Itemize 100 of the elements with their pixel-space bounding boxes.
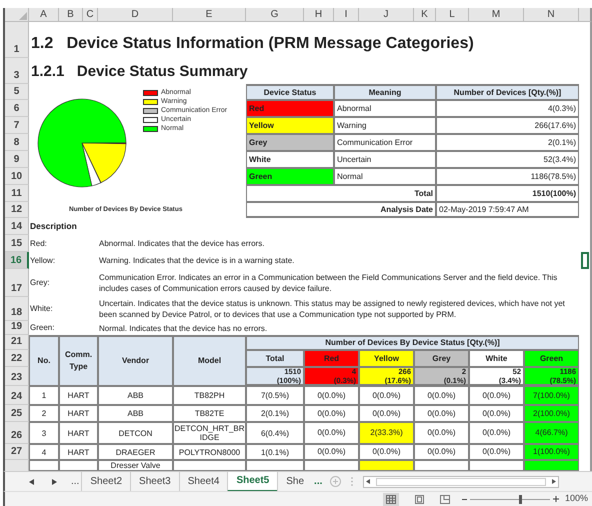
sheet-tab[interactable]: Sheet5 <box>227 472 278 492</box>
status-cell: Green <box>246 168 334 185</box>
table-cell: Abnormal <box>334 100 436 117</box>
row-header[interactable]: 15 <box>5 235 29 252</box>
row-header[interactable]: 3 <box>5 58 29 84</box>
plus-icon[interactable] <box>553 496 559 502</box>
row-header[interactable]: 8 <box>5 134 29 151</box>
row-header[interactable]: 17 <box>5 269 29 297</box>
table-cell: Uncertain <box>334 151 436 168</box>
row-header[interactable]: 16 <box>5 252 29 269</box>
column-header[interactable]: B <box>59 8 83 22</box>
column-header[interactable]: L <box>436 8 469 22</box>
table-cell: HART <box>59 422 98 444</box>
scroll-left-icon[interactable] <box>29 478 34 484</box>
status-header: Total <box>246 350 304 367</box>
horizontal-scrollbar[interactable] <box>363 476 560 488</box>
table-cell: Warning <box>334 117 436 134</box>
table-cell: 2(0.1%) <box>436 134 579 151</box>
table-cell: 6(0.4%) <box>246 422 304 444</box>
page-break-icon[interactable] <box>440 494 450 504</box>
count-cell: 0(0.0%) <box>359 405 414 422</box>
table-cell: HART <box>59 405 98 422</box>
column-header[interactable]: M <box>469 8 524 22</box>
table-cell: 2(0.1%) <box>246 405 304 422</box>
row-header[interactable]: 1 <box>5 22 29 58</box>
count-cell: 0(0.0%) <box>304 422 359 444</box>
column-header[interactable]: H <box>304 8 334 22</box>
count-cell: 0(0.0%) <box>414 386 469 405</box>
row-header[interactable]: 23 <box>5 367 29 386</box>
count-cell: 0(0.0%) <box>469 405 524 422</box>
row-header[interactable]: 27 <box>5 444 29 460</box>
zoom-slider[interactable] <box>470 494 550 504</box>
row-header[interactable]: 10 <box>5 168 29 185</box>
total-value: 1510(100%) <box>436 185 579 202</box>
row-header[interactable]: 22 <box>5 350 29 367</box>
table-header: Number of Devices [Qty.(%)] <box>436 84 579 100</box>
status-cell: Grey <box>246 134 334 151</box>
table-header: Number of Devices By Device Status [Qty.(%)] <box>246 335 579 350</box>
table-cell: Normal <box>334 168 436 185</box>
count-cell: 0(0.0%) <box>469 386 524 405</box>
table-header: Meaning <box>334 84 436 100</box>
scroll-left-icon[interactable] <box>366 479 370 484</box>
column-header[interactable]: D <box>98 8 173 22</box>
description-title: Description <box>29 220 78 234</box>
description-label: Grey: <box>29 277 51 289</box>
table-cell: TB82PH <box>173 386 246 405</box>
table-cell: Dresser Valve <box>98 460 173 471</box>
column-header[interactable]: G <box>246 8 304 22</box>
section-heading: 1.2 Device Status Information (PRM Message Categories) <box>30 34 475 54</box>
column-header[interactable]: A <box>29 8 59 22</box>
column-header[interactable]: E <box>173 8 246 22</box>
table-header: Vendor <box>98 335 173 386</box>
row-header[interactable]: 26 <box>5 422 29 444</box>
table-cell: 4(0.3%) <box>436 100 579 117</box>
row-header[interactable]: 21 <box>5 335 29 350</box>
table-cell <box>59 460 98 471</box>
active-cell[interactable] <box>581 252 589 269</box>
column-header[interactable]: I <box>334 8 359 22</box>
date-label: Analysis Date <box>246 202 436 218</box>
tabs-overflow-button[interactable]: ... <box>314 474 322 489</box>
column-header[interactable]: K <box>414 8 436 22</box>
tabs-overflow-button[interactable]: ... <box>69 474 82 489</box>
status-header: White <box>469 350 524 367</box>
description-text: Normal. Indicates that the device has no errors. <box>98 322 268 334</box>
row-header[interactable]: 6 <box>5 100 29 117</box>
subsection-heading: 1.2.1 Device Status Summary <box>30 62 249 82</box>
minus-icon[interactable] <box>462 498 467 500</box>
table-cell: DETCON <box>98 422 173 444</box>
count-cell: 0(0.0%) <box>304 405 359 422</box>
row-header[interactable]: 25 <box>5 405 29 422</box>
status-header: Yellow <box>359 350 414 367</box>
status-cell: White <box>246 151 334 168</box>
row-header[interactable]: 24 <box>5 386 29 405</box>
column-header[interactable]: C <box>83 8 98 22</box>
table-cell: 1 <box>29 386 59 405</box>
table-cell: 3 <box>29 422 59 444</box>
row-header[interactable]: 18 <box>5 297 29 321</box>
normal-view-button[interactable] <box>383 492 399 506</box>
table-cell: DRAEGER <box>98 444 173 460</box>
row-header[interactable]: 9 <box>5 151 29 168</box>
row-header[interactable]: 5 <box>5 84 29 100</box>
status-header: Green <box>524 350 579 367</box>
row-header[interactable]: 19 <box>5 321 29 335</box>
row-header[interactable]: 14 <box>5 218 29 235</box>
row-header[interactable]: 11 <box>5 185 29 202</box>
count-cell: 0(0.0%) <box>469 422 524 444</box>
table-cell: 266(17.6%) <box>436 117 579 134</box>
page-layout-icon[interactable] <box>415 494 424 504</box>
column-header[interactable]: N <box>524 8 579 22</box>
table-cell <box>246 460 304 471</box>
scroll-right-icon[interactable] <box>552 479 556 484</box>
table-cell: ABB <box>98 386 173 405</box>
scroll-right-icon[interactable] <box>52 478 57 484</box>
status-header: Grey <box>414 350 469 367</box>
row-header[interactable]: 7 <box>5 117 29 134</box>
zoom-level[interactable]: 100% <box>565 492 588 506</box>
scrollbar-thumb[interactable] <box>376 478 546 486</box>
row-header[interactable]: 12 <box>5 202 29 218</box>
column-header[interactable]: J <box>359 8 414 22</box>
zoom-slider-thumb[interactable] <box>518 494 522 504</box>
